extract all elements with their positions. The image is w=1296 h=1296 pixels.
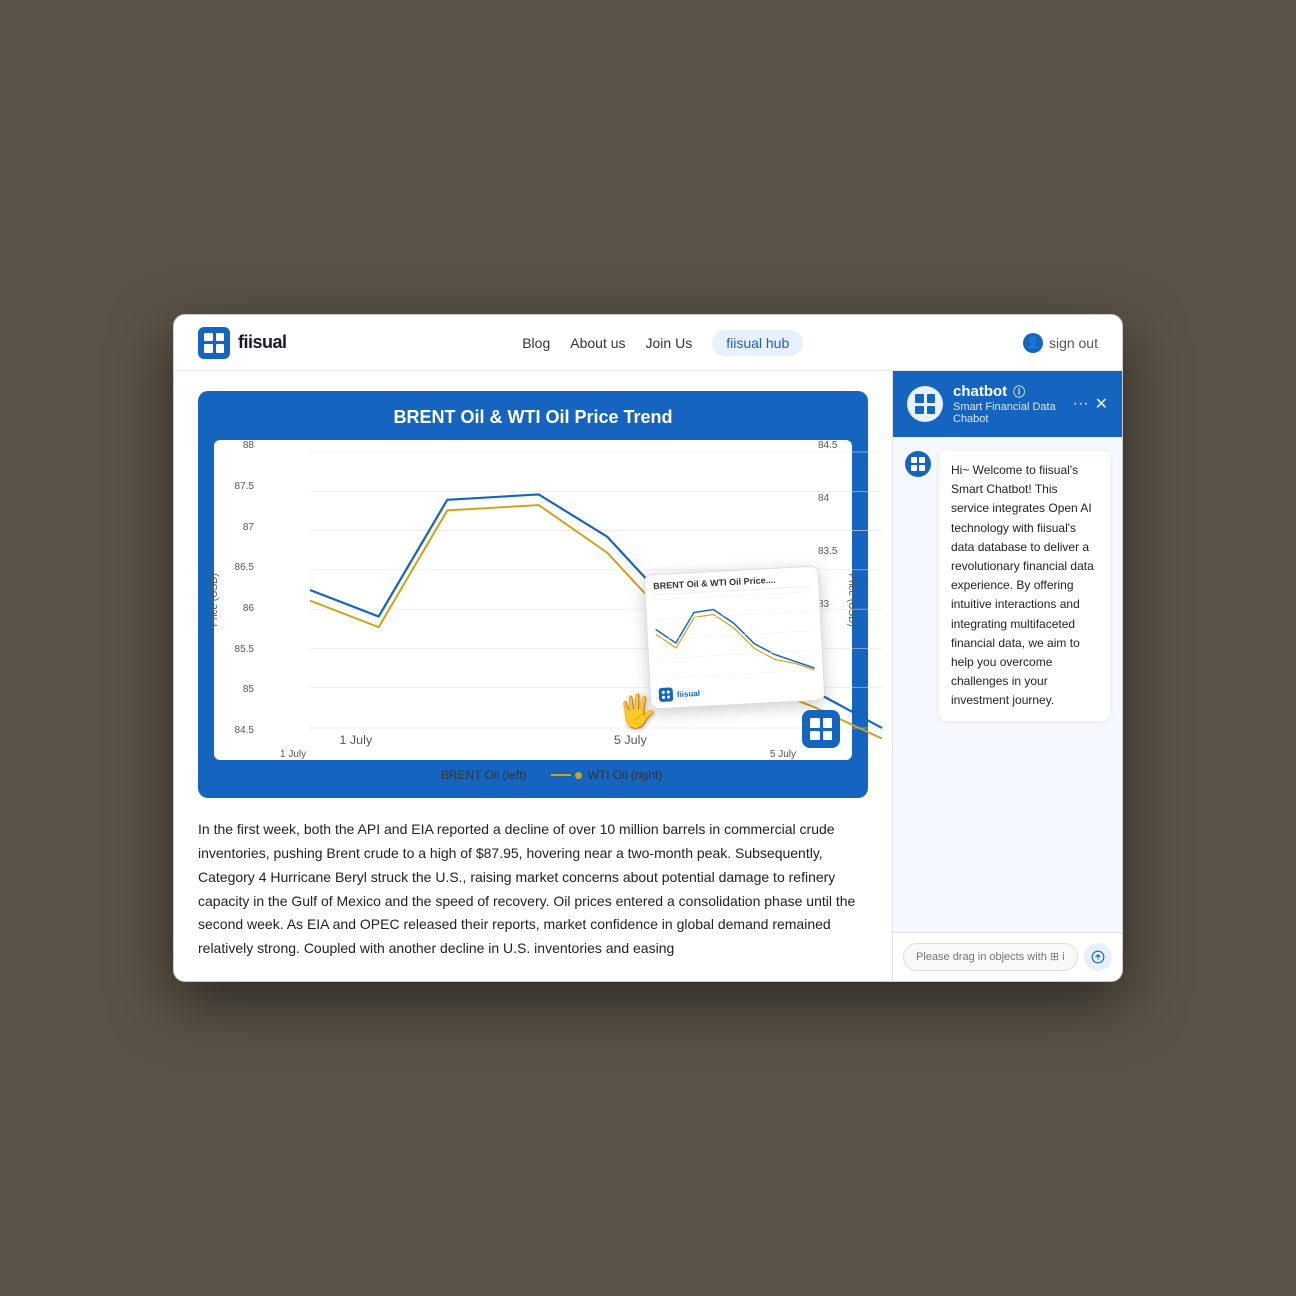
navbar: fiisual Blog About us Join Us fiisual hu… (174, 315, 1122, 371)
svg-text:1 July: 1 July (339, 733, 373, 746)
bot-message: Hi~ Welcome to fiisual's Smart Chatbot! … (905, 451, 1110, 720)
chatbot-input-area (893, 932, 1122, 981)
chatbot-panel: chatbot ⓘ Smart Financial Data Chabot ··… (892, 371, 1122, 981)
article-body: In the first week, both the API and EIA … (198, 818, 868, 961)
chatbot-header: chatbot ⓘ Smart Financial Data Chabot ··… (893, 371, 1122, 437)
sign-out-button[interactable]: 👤 sign out (1023, 333, 1098, 353)
logo-text: fiisual (238, 332, 287, 353)
logo-icon (198, 327, 230, 359)
chart-legend: BRENT Oil (left) WTI Oil (right) (214, 768, 852, 782)
user-icon: 👤 (1023, 333, 1043, 353)
svg-text:5 July: 5 July (614, 733, 648, 746)
thumb-logo (659, 687, 674, 702)
chart-title: BRENT Oil & WTI Oil Price Trend (214, 407, 852, 428)
chat-send-button[interactable] (1084, 943, 1112, 971)
nav-about[interactable]: About us (570, 335, 625, 351)
chart-inner: 88 87.5 87 86.5 86 85.5 85 84.5 84.5 84 … (214, 440, 852, 760)
thumb-chart-svg (654, 591, 815, 679)
fiisual-hub-button[interactable] (802, 710, 840, 748)
chat-input-field[interactable] (903, 943, 1078, 971)
y-axis-label-left: Price (USD) (209, 573, 220, 626)
nav-right: 👤 sign out (1023, 333, 1098, 353)
thumb-footer: fiisual (659, 680, 817, 702)
chart-container: BRENT Oil & WTI Oil Price Trend 88 87.5 … (198, 391, 868, 798)
nav-hub[interactable]: fiisual hub (712, 330, 803, 356)
y-axis-left: 88 87.5 87 86.5 86 85.5 85 84.5 (214, 440, 260, 736)
legend-brent-label: BRENT Oil (left) (441, 768, 527, 782)
chatbot-subtitle: Smart Financial Data Chabot (953, 401, 1063, 425)
bot-message-avatar (905, 451, 931, 477)
thumb-logo-text: fiisual (677, 688, 701, 698)
legend-brent: BRENT Oil (left) (404, 768, 527, 782)
chart-thumbnail[interactable]: BRENT Oil & WTI Oil Price.... (644, 566, 826, 710)
chatbot-title-area: chatbot ⓘ Smart Financial Data Chabot (953, 383, 1063, 425)
sign-out-label: sign out (1049, 335, 1098, 351)
browser-window: fiisual Blog About us Join Us fiisual hu… (173, 314, 1123, 982)
chatbot-avatar-icon (907, 386, 943, 422)
bot-message-bubble: Hi~ Welcome to fiisual's Smart Chatbot! … (939, 451, 1110, 720)
legend-wti: WTI Oil (right) (551, 768, 663, 782)
close-chatbot-button[interactable]: ✕ (1095, 394, 1108, 414)
cursor-hand: 🖐 (617, 692, 657, 730)
logo-area[interactable]: fiisual (198, 327, 287, 359)
nav-join[interactable]: Join Us (646, 335, 693, 351)
main-area: BRENT Oil & WTI Oil Price Trend 88 87.5 … (174, 371, 1122, 981)
chatbot-name: chatbot ⓘ (953, 383, 1063, 400)
chatbot-header-actions: ··· ✕ (1073, 394, 1108, 414)
send-icon (1091, 950, 1105, 964)
legend-wti-label: WTI Oil (right) (588, 768, 663, 782)
info-icon[interactable]: ⓘ (1013, 383, 1025, 400)
nav-blog[interactable]: Blog (522, 335, 550, 351)
x-axis-labels: 1 July 5 July (260, 749, 816, 760)
content-area: BRENT Oil & WTI Oil Price Trend 88 87.5 … (174, 371, 892, 981)
more-options-button[interactable]: ··· (1073, 395, 1089, 413)
nav-links: Blog About us Join Us fiisual hub (327, 330, 999, 356)
chatbot-messages: Hi~ Welcome to fiisual's Smart Chatbot! … (893, 437, 1122, 932)
